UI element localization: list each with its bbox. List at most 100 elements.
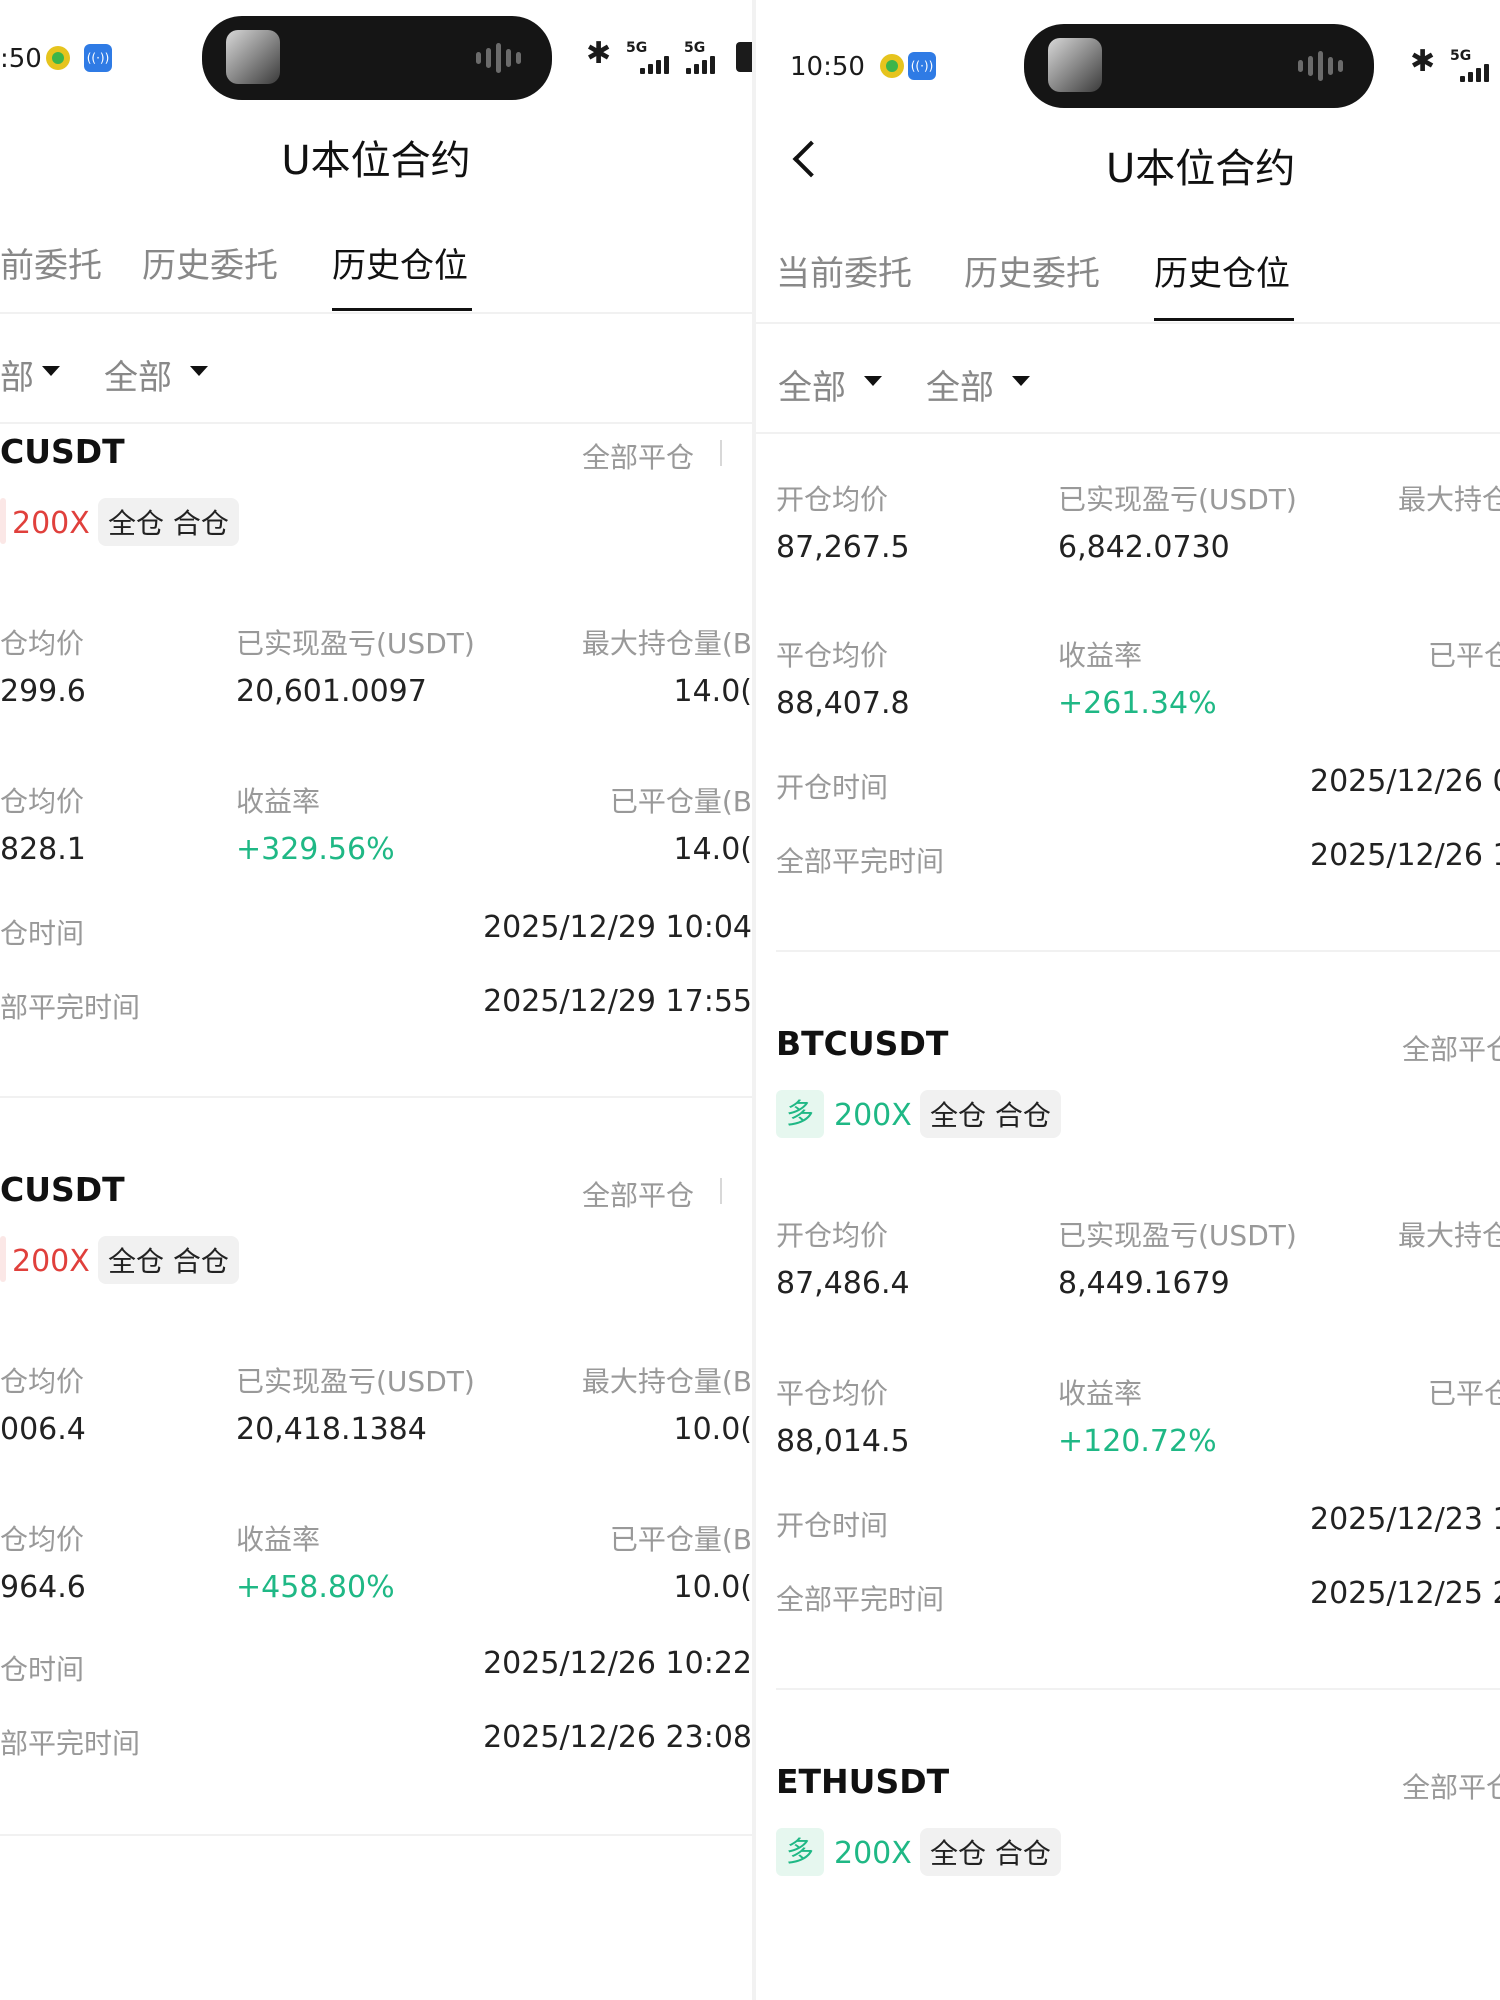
close-avg-label: 仓均价 [0,1523,85,1556]
position-symbol: BTCUSDT [776,1024,949,1063]
avatar [1048,38,1102,92]
tab-position-history[interactable]: 历史仓位 [332,238,468,287]
signal-icon [640,54,669,74]
open-time-label: 仓时间 [0,1653,85,1686]
direction-badge [0,1236,6,1282]
divider [776,950,1500,952]
back-icon[interactable] [792,140,830,178]
right-screenshot: 10:50 ((·)) ✱ 5G U本位合约 当前委托 历史委托 历史仓位 全部… [756,0,1500,2000]
roe-value: +120.72% [1058,1424,1217,1459]
close-all-button[interactable]: 全部平仓 [582,436,694,476]
closed-qty-label: 已平仓 [1428,1377,1500,1410]
max-position-label: 最大持仓 [1398,483,1500,516]
separator [720,440,722,466]
leverage-label: 200X [834,1836,912,1871]
open-avg-label: 开仓均价 [776,1219,889,1252]
signal-icon [686,54,715,74]
max-position-value: 10.0( [673,1412,752,1447]
divider [756,432,1500,434]
open-time-label: 开仓时间 [776,771,889,804]
status-time: :50 [0,44,42,74]
filter-direction[interactable]: 全部 [926,360,994,409]
roe-label: 收益率 [236,1523,321,1556]
leverage-label: 200X [12,506,90,541]
hotspot-icon: ((·)) [84,44,112,72]
audio-wave-icon [476,42,521,74]
margin-mode-tag: 全仓 合仓 [920,1828,1061,1876]
filter-direction[interactable]: 全部 [104,350,172,399]
left-screenshot: :50 ((·)) ✱ 5G 5G U本位合约 前委托 历史委托 历史仓位 部 … [0,0,752,2000]
close-time-value: 2025/12/26 1 [1310,838,1500,873]
close-time-value: 2025/12/29 17:55 [483,984,752,1019]
open-time-label: 开仓时间 [776,1509,889,1542]
open-avg-value: 87,267.5 [776,530,910,565]
close-avg-value: 964.6 [0,1570,86,1605]
filter-symbol[interactable]: 全部 [778,360,846,409]
realized-pnl-label: 已实现盈亏(USDT) [236,1365,475,1398]
chevron-down-icon[interactable] [1012,376,1030,386]
tab-position-history[interactable]: 历史仓位 [1154,246,1290,295]
active-tab-indicator [332,308,472,311]
close-time-value: 2025/12/26 23:08 [483,1720,752,1755]
signal-icon [1460,62,1489,82]
dynamic-island [1024,24,1374,108]
realized-pnl-value: 20,418.1384 [236,1412,427,1447]
realized-pnl-value: 6,842.0730 [1058,530,1230,565]
closed-qty-value: 14.0( [673,832,752,867]
closed-qty-label: 已平仓 [1428,639,1500,672]
position-symbol: CUSDT [0,432,125,471]
coin-app-icon [46,46,70,70]
open-avg-value: 006.4 [0,1412,86,1447]
open-time-value: 2025/12/29 10:04 [483,910,752,945]
close-time-label: 部平完时间 [0,1727,141,1760]
chevron-down-icon[interactable] [864,376,882,386]
margin-mode-tag: 全仓 合仓 [98,498,239,546]
margin-mode-tag: 全仓 合仓 [98,1236,239,1284]
close-time-label: 部平完时间 [0,991,141,1024]
chevron-down-icon[interactable] [42,366,60,376]
margin-mode-tag: 全仓 合仓 [920,1090,1061,1138]
max-position-label: 最大持仓 [1398,1219,1500,1252]
filter-symbol[interactable]: 部 [0,350,34,399]
roe-value: +329.56% [236,832,395,867]
close-avg-value: 88,407.8 [776,686,910,721]
close-all-button[interactable]: 全部平仓 [1402,1766,1500,1806]
divider [776,1688,1500,1690]
tab-order-history[interactable]: 历史委托 [142,238,278,287]
chevron-down-icon[interactable] [190,366,208,376]
close-time-value: 2025/12/25 2 [1310,1576,1500,1611]
divider [0,312,752,314]
battery-icon [736,42,752,72]
divider [0,422,752,424]
closed-qty-label: 已平仓量(B [609,1523,752,1556]
roe-value: +261.34% [1058,686,1217,721]
direction-badge [0,498,6,544]
bluetooth-icon: ✱ [1410,44,1436,79]
position-symbol: ETHUSDT [776,1762,950,1801]
status-time: 10:50 [790,52,865,82]
realized-pnl-label: 已实现盈亏(USDT) [1058,483,1297,516]
max-position-label: 最大持仓量(B [581,627,752,660]
divider [0,1096,752,1098]
closed-qty-value: 10.0( [673,1570,752,1605]
open-avg-label: 仓均价 [0,627,85,660]
open-avg-value: 299.6 [0,674,86,709]
active-tab-indicator [1154,318,1294,321]
close-avg-value: 88,014.5 [776,1424,910,1459]
open-time-value: 2025/12/23 1 [1310,1502,1500,1537]
tab-current-orders[interactable]: 前委托 [0,238,102,287]
close-avg-label: 平仓均价 [776,639,889,672]
bluetooth-icon: ✱ [586,36,612,71]
roe-value: +458.80% [236,1570,395,1605]
close-all-button[interactable]: 全部平仓 [582,1174,694,1214]
open-avg-label: 仓均价 [0,1365,85,1398]
open-time-label: 仓时间 [0,917,85,950]
close-time-label: 全部平完时间 [776,1583,945,1616]
closed-qty-label: 已平仓量(B [609,785,752,818]
close-all-button[interactable]: 全部平仓 [1402,1028,1500,1068]
tab-current-orders[interactable]: 当前委托 [776,246,912,295]
tab-order-history[interactable]: 历史委托 [964,246,1100,295]
leverage-label: 200X [834,1098,912,1133]
close-avg-label: 仓均价 [0,785,85,818]
position-symbol: CUSDT [0,1170,125,1209]
